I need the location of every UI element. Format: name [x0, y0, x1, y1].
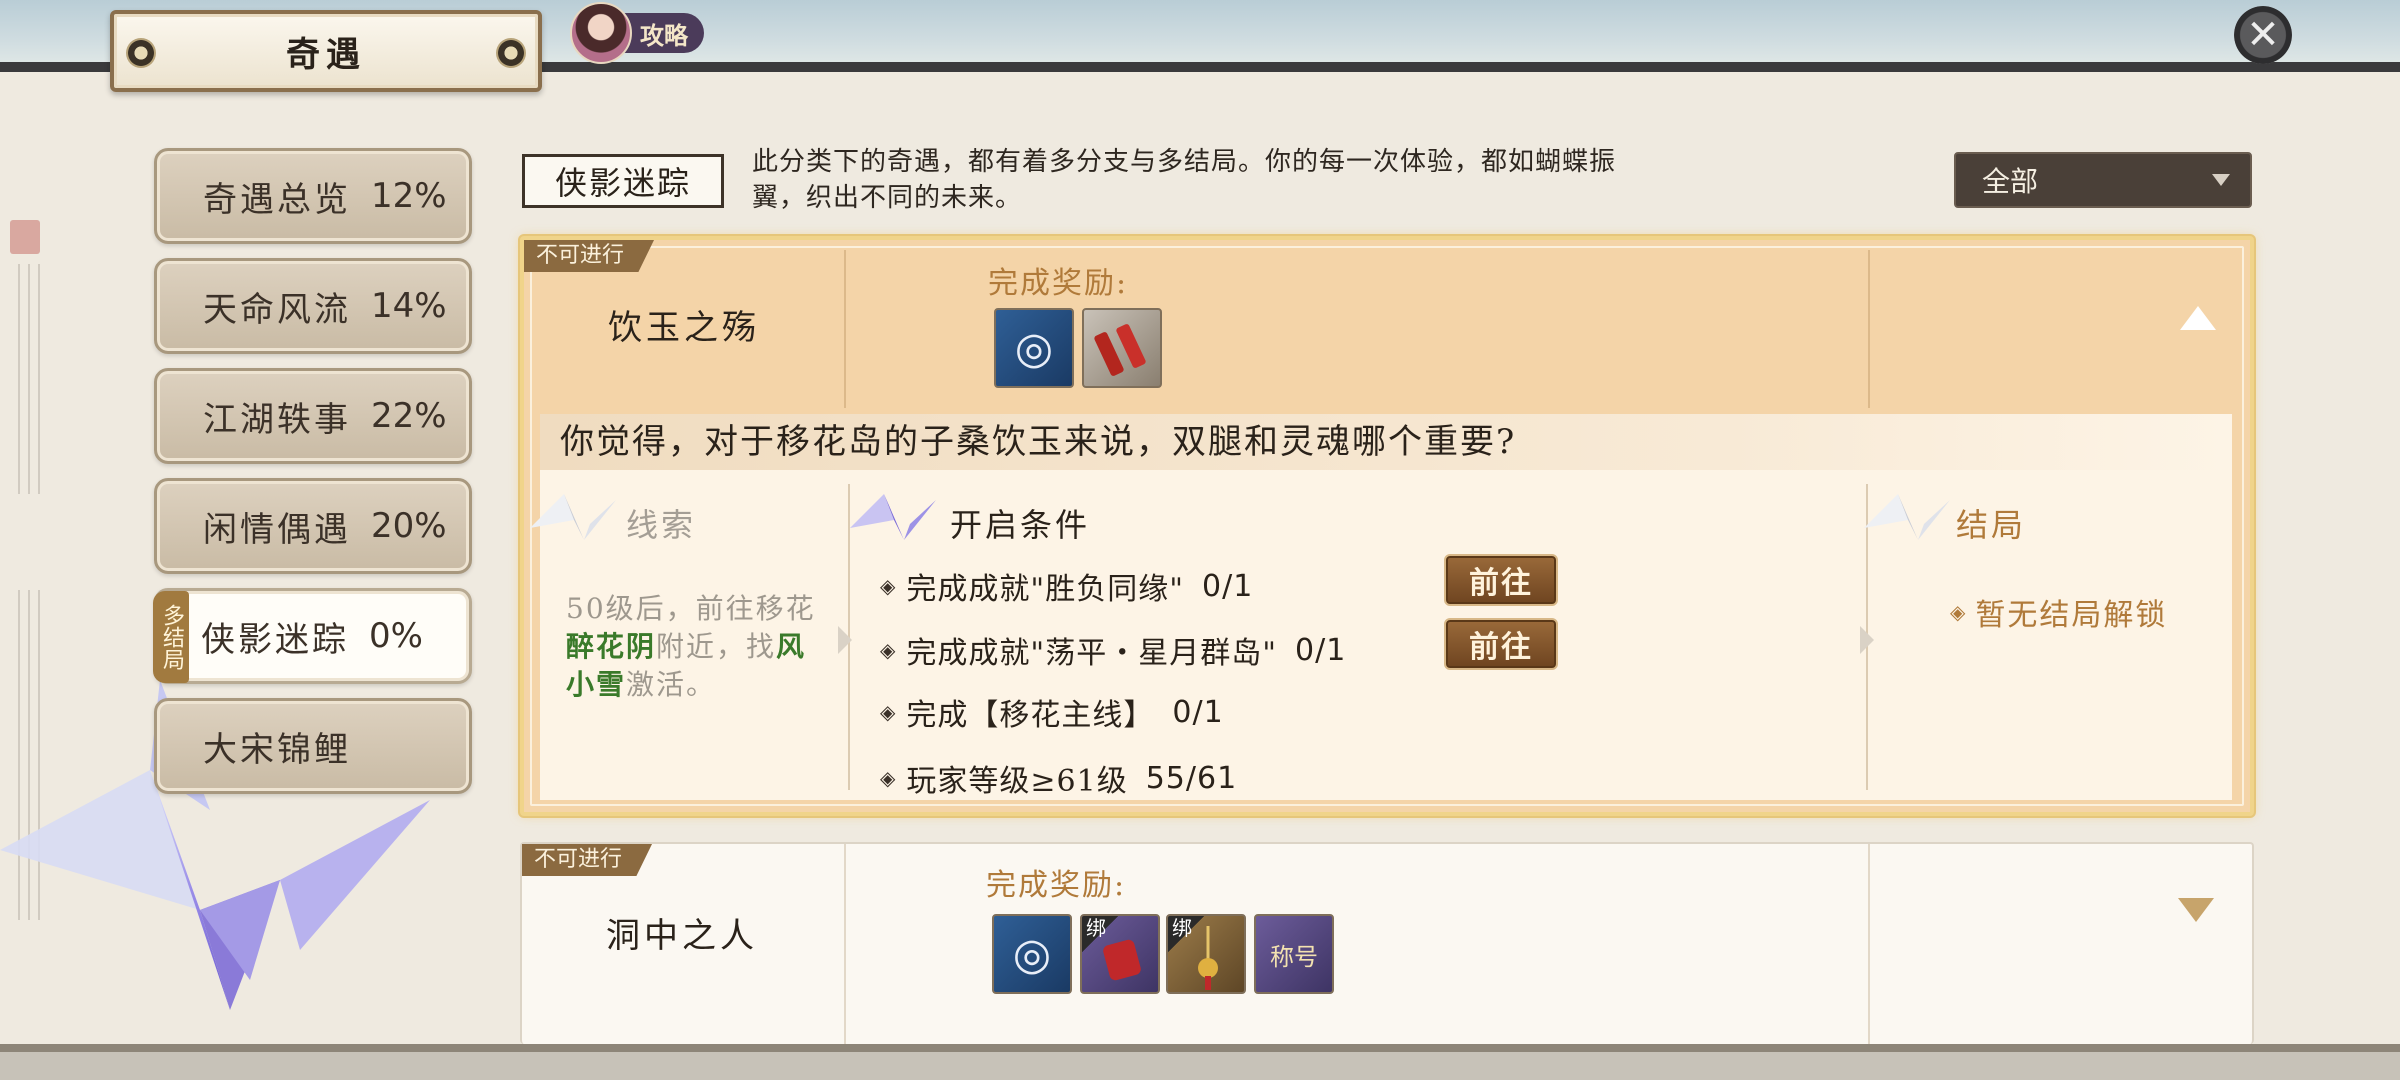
filter-dropdown[interactable]: 全部 [1954, 152, 2252, 208]
status-badge: 不可进行 [522, 844, 653, 876]
conditions-title: 开启条件 [950, 506, 1091, 544]
guide-avatar [570, 2, 632, 64]
calligraphy-decoration [10, 220, 46, 494]
go-button[interactable]: 前往 [1444, 554, 1558, 606]
quest-detail-panel: 你觉得，对于移花岛的子桑饮玉来说，双腿和灵魂哪个重要? 线索 50级后，前往移花… [530, 414, 2232, 800]
status-badge: 不可进行 [524, 240, 655, 272]
quest-name: 饮玉之殇 [608, 308, 760, 348]
arrow-right-icon [838, 626, 852, 654]
divider [844, 844, 846, 1046]
condition-progress: 0/1 [1202, 568, 1254, 604]
condition-progress: 55/61 [1145, 760, 1238, 796]
bound-badge: 绑 [1082, 916, 1118, 952]
nav-item-leisure[interactable]: 闲情偶遇 20% [154, 478, 472, 574]
filter-value: 全部 [1982, 165, 2039, 198]
token-icon[interactable]: ◎ [994, 308, 1074, 388]
guide-button[interactable]: 攻略 [570, 2, 710, 64]
condition-row: ◈ 玩家等级≥61级 55/61 [880, 760, 1238, 800]
nav-item-percent: 22% [371, 396, 447, 436]
nav-item-overview[interactable]: 奇遇总览 12% [154, 148, 472, 244]
nav-item-percent: 14% [371, 286, 447, 326]
nav-item-destiny[interactable]: 天命风流 14% [154, 258, 472, 354]
paper-crane-white-icon [530, 494, 616, 540]
paper-crane-white-icon [1864, 494, 1950, 540]
nav-item-percent: 20% [371, 506, 447, 546]
page-title-plate: 奇遇 [110, 10, 542, 92]
ending-text: ◈ 暂无结局解锁 [1950, 598, 2168, 633]
bottom-strip [0, 1044, 2400, 1080]
category-description: 此分类下的奇遇，都有着多分支与多结局。你的每一次体验，都如蝴蝶振翼，织出不同的未… [752, 147, 1617, 213]
bullet-icon: ◈ [880, 766, 897, 790]
scroll-icon[interactable] [1082, 308, 1162, 388]
nav-item-percent: 12% [371, 176, 447, 216]
nav-item-jianghu[interactable]: 江湖轶事 22% [154, 368, 472, 464]
divider [844, 250, 846, 408]
go-button[interactable]: 前往 [1444, 618, 1558, 670]
nav-item-label: 侠影迷踪 [201, 619, 349, 660]
nav-item-label: 天命风流 [203, 289, 351, 330]
condition-progress: 0/1 [1172, 694, 1224, 730]
condition-row: ◈ 完成【移花主线】 0/1 [880, 694, 1224, 734]
gold-pendant-icon[interactable]: 绑 [1166, 914, 1246, 994]
bullet-icon: ◈ [1950, 600, 1968, 624]
ornament-knob-icon [496, 38, 526, 68]
quest-card[interactable]: 不可进行 饮玉之殇 完成奖励: ◎ 你觉得，对于移花岛的子桑饮玉来说，双腿和灵魂… [520, 236, 2254, 816]
nav-item-label: 奇遇总览 [203, 179, 351, 220]
nav-item-xiaying[interactable]: 多结局 侠影迷踪 0% [153, 588, 472, 684]
condition-row: ◈ 完成成就"荡平・星月群岛" 0/1 [880, 632, 1347, 672]
clue-text: 50级后，前往移花醉花阴附近，找风小雪激活。 [566, 592, 816, 701]
quest-question: 你觉得，对于移花岛的子桑饮玉来说，双腿和灵魂哪个重要? [540, 414, 2232, 470]
clue-place: 醉花阴 [566, 630, 657, 663]
condition-progress: 0/1 [1295, 632, 1347, 668]
divider [1868, 250, 1870, 408]
title-scroll-icon[interactable]: 称号 [1254, 914, 1334, 994]
paper-crane-purple-icon [850, 494, 936, 540]
token-icon[interactable]: ◎ [992, 914, 1072, 994]
ending-title: 结局 [1956, 506, 2027, 544]
red-pouch-icon[interactable]: 绑 [1080, 914, 1160, 994]
expand-icon[interactable] [2178, 898, 2214, 922]
bullet-icon: ◈ [880, 574, 897, 598]
nav-item-label: 大宋锦鲤 [203, 729, 351, 770]
close-icon: ✕ [2246, 12, 2280, 58]
nav-item-label: 江湖轶事 [203, 399, 351, 440]
bound-badge: 绑 [1168, 916, 1204, 952]
chevron-down-icon [2212, 174, 2230, 186]
multi-ending-tag: 多结局 [153, 591, 189, 683]
page-title: 奇遇 [286, 34, 366, 75]
quest-card[interactable]: 不可进行 洞中之人 完成奖励: ◎ 绑 绑 称号 [520, 842, 2254, 1046]
nav-item-label: 闲情偶遇 [203, 509, 351, 550]
nav-item-koi[interactable]: 大宋锦鲤 [154, 698, 472, 794]
reward-label: 完成奖励: [986, 868, 1127, 903]
clue-title: 线索 [626, 506, 697, 544]
close-button[interactable]: ✕ [2234, 6, 2292, 64]
bullet-icon: ◈ [880, 638, 897, 662]
nav-item-percent: 0% [369, 616, 423, 656]
category-title: 侠影迷踪 [522, 154, 724, 208]
ornament-knob-icon [126, 38, 156, 68]
collapse-icon[interactable] [2180, 306, 2216, 330]
condition-row: ◈ 完成成就"胜负同缘" 0/1 [880, 568, 1254, 608]
arrow-right-icon [1860, 626, 1874, 654]
reward-label: 完成奖励: [988, 266, 1129, 301]
bullet-icon: ◈ [880, 700, 897, 724]
divider [1868, 844, 1870, 1046]
quest-name: 洞中之人 [606, 916, 758, 956]
